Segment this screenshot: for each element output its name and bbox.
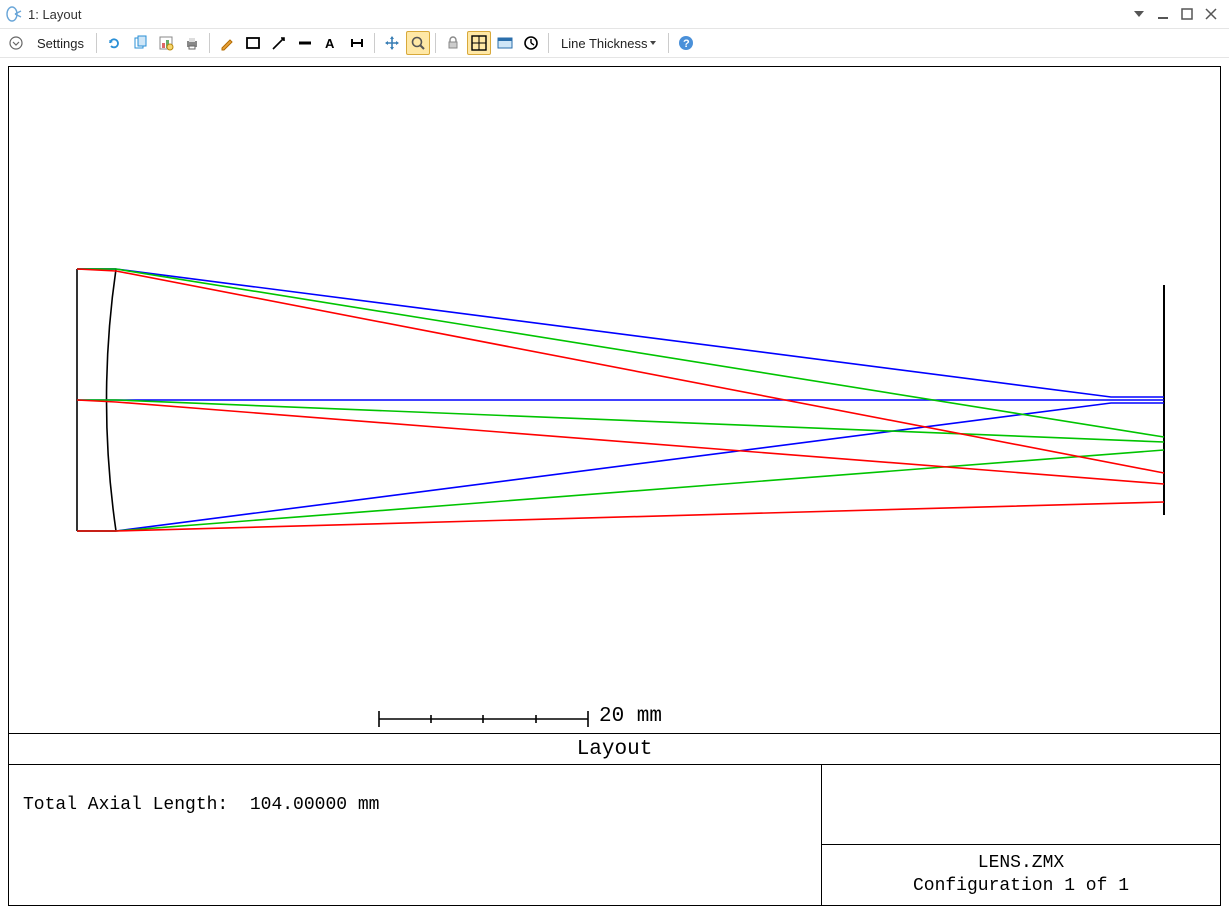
info-right-bottom: LENS.ZMX Configuration 1 of 1 — [822, 845, 1220, 905]
rectangle-tool-button[interactable] — [241, 31, 265, 55]
window-menu-button[interactable] — [1127, 4, 1151, 24]
crosshair-button[interactable] — [467, 31, 491, 55]
zoom-tool-button[interactable] — [406, 31, 430, 55]
toolbar-separator — [96, 33, 97, 53]
svg-text:A: A — [325, 36, 335, 51]
minimize-button[interactable] — [1151, 4, 1175, 24]
line-thickness-dropdown[interactable]: Line Thickness — [554, 31, 663, 55]
window-titlebar: 1: Layout — [0, 0, 1229, 28]
line-thickness-label: Line Thickness — [561, 36, 647, 51]
settings-button[interactable]: Settings — [30, 31, 91, 55]
toolbar-separator — [374, 33, 375, 53]
save-chart-button[interactable] — [154, 31, 178, 55]
toolbar: Settings A — [0, 28, 1229, 58]
arrow-tool-button[interactable] — [267, 31, 291, 55]
layout-plot — [9, 67, 1220, 733]
maximize-button[interactable] — [1175, 4, 1199, 24]
settings-dropdown-button[interactable] — [4, 31, 28, 55]
app-icon — [6, 6, 22, 22]
info-left-panel: Total Axial Length: 104.00000 mm — [9, 765, 822, 905]
filename-label: LENS.ZMX — [978, 852, 1064, 875]
toolbar-separator — [548, 33, 549, 53]
scale-bar-label: 20 mm — [599, 705, 662, 728]
toolbar-separator — [209, 33, 210, 53]
clock-button[interactable] — [519, 31, 543, 55]
line-tool-button[interactable] — [293, 31, 317, 55]
help-button[interactable]: ? — [674, 31, 698, 55]
plot-frame: 20 mm Layout Total Axial Length: 104.000… — [8, 66, 1221, 906]
copy-button[interactable] — [128, 31, 152, 55]
info-right-top — [822, 765, 1220, 845]
close-button[interactable] — [1199, 4, 1223, 24]
pencil-tool-button[interactable] — [215, 31, 239, 55]
info-band: Total Axial Length: 104.00000 mm LENS.ZM… — [9, 765, 1220, 905]
print-button[interactable] — [180, 31, 204, 55]
configuration-label: Configuration 1 of 1 — [913, 875, 1129, 898]
dimension-tool-button[interactable] — [345, 31, 369, 55]
window-title: 1: Layout — [28, 7, 82, 22]
canvas-area[interactable]: 20 mm Layout Total Axial Length: 104.000… — [0, 58, 1229, 909]
info-right-panel: LENS.ZMX Configuration 1 of 1 — [822, 765, 1220, 905]
plot-title-band: Layout — [9, 733, 1220, 765]
text-tool-button[interactable]: A — [319, 31, 343, 55]
window-layout-button[interactable] — [493, 31, 517, 55]
refresh-button[interactable] — [102, 31, 126, 55]
dropdown-arrow-icon — [650, 41, 656, 45]
lock-aspect-button[interactable] — [441, 31, 465, 55]
toolbar-separator — [435, 33, 436, 53]
pan-tool-button[interactable] — [380, 31, 404, 55]
svg-text:?: ? — [683, 38, 690, 50]
toolbar-separator — [668, 33, 669, 53]
